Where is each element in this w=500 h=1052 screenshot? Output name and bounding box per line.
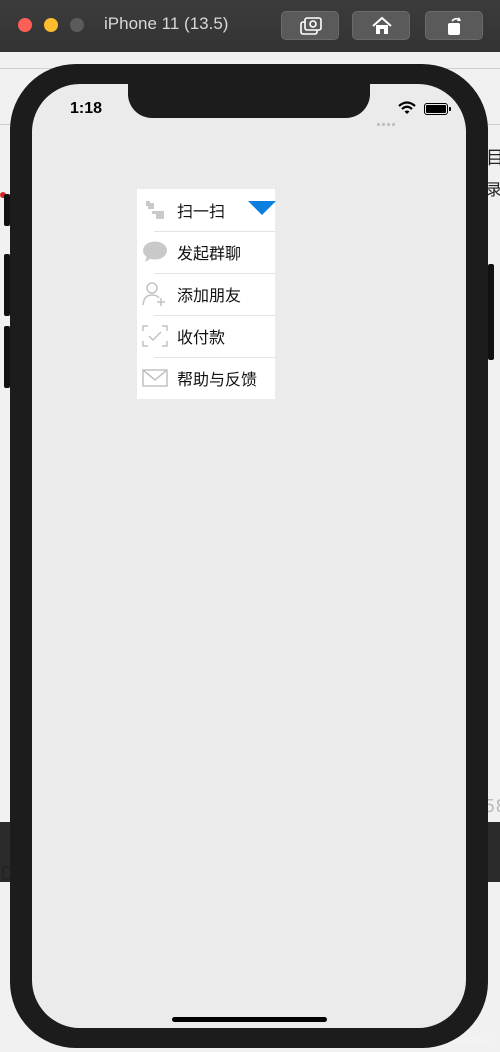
screenshot-icon <box>300 17 322 35</box>
battery-icon <box>424 103 451 115</box>
signal-dots-icon <box>377 111 397 130</box>
menu-item-help-feedback[interactable]: 帮助与反馈 <box>137 357 275 399</box>
menu-item-label: 发起群聊 <box>177 244 242 263</box>
wifi-icon <box>398 101 416 114</box>
menu-item-add-friend[interactable]: 添加朋友 <box>137 273 275 315</box>
popup-menu: 扫一扫 发起群聊 添加朋友 收付款 帮助与反馈 <box>137 189 276 399</box>
mute-switch[interactable] <box>4 194 10 226</box>
menu-pointer-arrow <box>248 201 276 215</box>
iphone-frame: 1:18 扫一扫 发起群聊 添加朋友 收付款 帮助与反馈 <box>4 64 494 1048</box>
simulator-title-bar: iPhone 11 (13.5) <box>0 0 500 53</box>
zoom-window-button[interactable] <box>70 18 84 32</box>
screenshot-button[interactable] <box>281 11 339 40</box>
chat-bubble-icon <box>142 239 168 265</box>
home-button[interactable] <box>352 11 410 40</box>
scan-icon <box>142 197 168 223</box>
close-window-button[interactable] <box>18 18 32 32</box>
volume-down-button[interactable] <box>4 326 10 388</box>
notch <box>128 84 370 118</box>
menu-item-scan[interactable]: 扫一扫 <box>137 189 276 231</box>
mail-icon <box>142 365 168 391</box>
menu-item-label: 帮助与反馈 <box>177 370 258 389</box>
window-title: iPhone 11 (13.5) <box>104 14 229 33</box>
power-button[interactable] <box>488 264 494 360</box>
rotate-button[interactable] <box>425 11 483 40</box>
host-glyph-second: 录 <box>486 180 500 199</box>
status-time: 1:18 <box>70 100 103 117</box>
home-indicator[interactable] <box>172 1017 327 1022</box>
add-friend-icon <box>142 281 168 307</box>
payment-icon <box>142 323 168 349</box>
rotate-icon <box>448 17 461 35</box>
menu-item-group-chat[interactable]: 发起群聊 <box>137 231 275 273</box>
volume-up-button[interactable] <box>4 254 10 316</box>
menu-item-payment[interactable]: 收付款 <box>137 315 275 357</box>
minimize-window-button[interactable] <box>44 18 58 32</box>
menu-item-label: 收付款 <box>177 328 226 347</box>
home-icon <box>372 16 392 34</box>
menu-item-label: 添加朋友 <box>177 286 242 305</box>
phone-screen: 1:18 扫一扫 发起群聊 添加朋友 收付款 帮助与反馈 <box>32 84 466 1028</box>
host-glyph-top: 目 <box>486 148 500 169</box>
menu-item-label: 扫一扫 <box>177 202 226 221</box>
